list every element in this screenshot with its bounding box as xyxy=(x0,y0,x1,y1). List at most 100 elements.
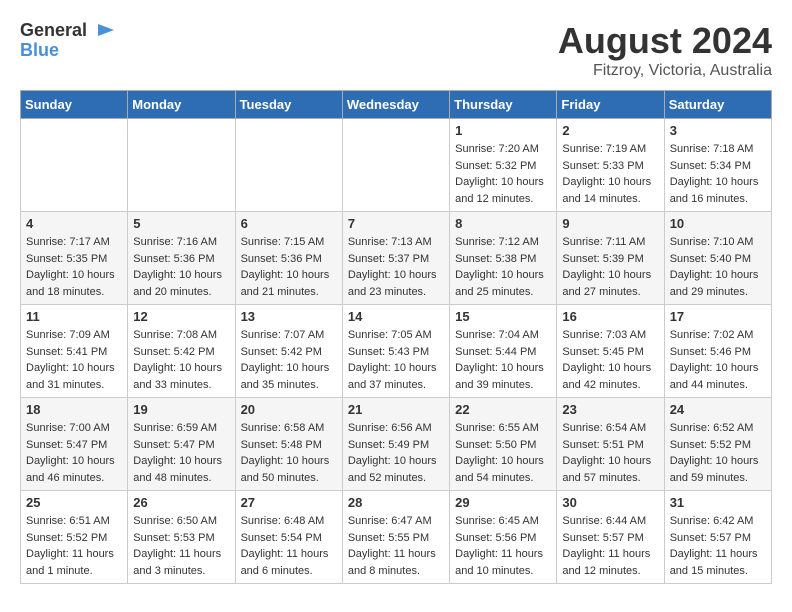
day-number: 26 xyxy=(133,495,229,510)
day-number: 25 xyxy=(26,495,122,510)
logo: General Blue xyxy=(20,20,118,61)
day-number: 23 xyxy=(562,402,658,417)
day-info: Sunrise: 7:13 AM Sunset: 5:37 PM Dayligh… xyxy=(348,234,444,300)
day-cell-12: 12 Sunrise: 7:08 AM Sunset: 5:42 PM Dayli… xyxy=(128,305,235,398)
day-cell-2: 2 Sunrise: 7:19 AM Sunset: 5:33 PM Daylig… xyxy=(557,119,664,212)
header-monday: Monday xyxy=(128,91,235,119)
day-info: Sunrise: 7:08 AM Sunset: 5:42 PM Dayligh… xyxy=(133,327,229,393)
day-info: Sunrise: 6:52 AM Sunset: 5:52 PM Dayligh… xyxy=(670,420,766,486)
day-number: 31 xyxy=(670,495,766,510)
header-saturday: Saturday xyxy=(664,91,771,119)
day-number: 1 xyxy=(455,123,551,138)
day-info: Sunrise: 7:18 AM Sunset: 5:34 PM Dayligh… xyxy=(670,141,766,207)
day-cell-22: 22Sunrise: 6:55 AM Sunset: 5:50 PM Dayli… xyxy=(450,398,557,491)
day-info: Sunrise: 7:02 AM Sunset: 5:46 PM Dayligh… xyxy=(670,327,766,393)
day-number: 16 xyxy=(562,309,658,324)
day-cell-28: 28Sunrise: 6:47 AM Sunset: 5:55 PM Dayli… xyxy=(342,491,449,584)
day-info: Sunrise: 6:51 AM Sunset: 5:52 PM Dayligh… xyxy=(26,513,122,579)
day-number: 7 xyxy=(348,216,444,231)
day-info: Sunrise: 6:48 AM Sunset: 5:54 PM Dayligh… xyxy=(241,513,337,579)
day-number: 4 xyxy=(26,216,122,231)
calendar-table: SundayMondayTuesdayWednesdayThursdayFrid… xyxy=(20,90,772,584)
day-number: 17 xyxy=(670,309,766,324)
day-info: Sunrise: 7:07 AM Sunset: 5:42 PM Dayligh… xyxy=(241,327,337,393)
empty-cell xyxy=(21,119,128,212)
logo-flag-icon xyxy=(94,20,118,44)
day-cell-29: 29Sunrise: 6:45 AM Sunset: 5:56 PM Dayli… xyxy=(450,491,557,584)
day-number: 13 xyxy=(241,309,337,324)
day-info: Sunrise: 6:45 AM Sunset: 5:56 PM Dayligh… xyxy=(455,513,551,579)
day-info: Sunrise: 7:00 AM Sunset: 5:47 PM Dayligh… xyxy=(26,420,122,486)
day-cell-24: 24 Sunrise: 6:52 AM Sunset: 5:52 PM Dayli… xyxy=(664,398,771,491)
day-cell-20: 20 Sunrise: 6:58 AM Sunset: 5:48 PM Dayli… xyxy=(235,398,342,491)
day-number: 5 xyxy=(133,216,229,231)
week-row-2: 4 Sunrise: 7:17 AM Sunset: 5:35 PM Daylig… xyxy=(21,212,772,305)
header-friday: Friday xyxy=(557,91,664,119)
day-number: 18 xyxy=(26,402,122,417)
day-number: 20 xyxy=(241,402,337,417)
day-number: 24 xyxy=(670,402,766,417)
day-info: Sunrise: 7:03 AM Sunset: 5:45 PM Dayligh… xyxy=(562,327,658,393)
day-number: 8 xyxy=(455,216,551,231)
empty-cell xyxy=(128,119,235,212)
day-number: 14 xyxy=(348,309,444,324)
day-number: 2 xyxy=(562,123,658,138)
day-number: 30 xyxy=(562,495,658,510)
day-cell-9: 9Sunrise: 7:11 AM Sunset: 5:39 PM Daylig… xyxy=(557,212,664,305)
page-header: General Blue August 2024 Fitzroy, Victor… xyxy=(20,20,772,80)
day-cell-15: 15 Sunrise: 7:04 AM Sunset: 5:44 PM Dayli… xyxy=(450,305,557,398)
day-cell-25: 25 Sunrise: 6:51 AM Sunset: 5:52 PM Dayli… xyxy=(21,491,128,584)
day-number: 6 xyxy=(241,216,337,231)
day-cell-1: 1 Sunrise: 7:20 AM Sunset: 5:32 PM Daylig… xyxy=(450,119,557,212)
day-cell-16: 16 Sunrise: 7:03 AM Sunset: 5:45 PM Dayli… xyxy=(557,305,664,398)
day-info: Sunrise: 7:10 AM Sunset: 5:40 PM Dayligh… xyxy=(670,234,766,300)
day-number: 21 xyxy=(348,402,444,417)
empty-cell xyxy=(342,119,449,212)
header-wednesday: Wednesday xyxy=(342,91,449,119)
day-info: Sunrise: 7:17 AM Sunset: 5:35 PM Dayligh… xyxy=(26,234,122,300)
logo-general: General xyxy=(20,20,87,40)
day-cell-30: 30Sunrise: 6:44 AM Sunset: 5:57 PM Dayli… xyxy=(557,491,664,584)
logo-text: General Blue xyxy=(20,20,118,61)
day-cell-11: 11Sunrise: 7:09 AM Sunset: 5:41 PM Dayli… xyxy=(21,305,128,398)
day-cell-18: 18 Sunrise: 7:00 AM Sunset: 5:47 PM Dayli… xyxy=(21,398,128,491)
day-info: Sunrise: 6:56 AM Sunset: 5:49 PM Dayligh… xyxy=(348,420,444,486)
day-info: Sunrise: 6:42 AM Sunset: 5:57 PM Dayligh… xyxy=(670,513,766,579)
empty-cell xyxy=(235,119,342,212)
week-row-3: 11Sunrise: 7:09 AM Sunset: 5:41 PM Dayli… xyxy=(21,305,772,398)
day-info: Sunrise: 6:59 AM Sunset: 5:47 PM Dayligh… xyxy=(133,420,229,486)
day-number: 3 xyxy=(670,123,766,138)
day-info: Sunrise: 6:58 AM Sunset: 5:48 PM Dayligh… xyxy=(241,420,337,486)
day-info: Sunrise: 7:05 AM Sunset: 5:43 PM Dayligh… xyxy=(348,327,444,393)
day-cell-8: 8Sunrise: 7:12 AM Sunset: 5:38 PM Daylig… xyxy=(450,212,557,305)
day-number: 27 xyxy=(241,495,337,510)
day-info: Sunrise: 7:04 AM Sunset: 5:44 PM Dayligh… xyxy=(455,327,551,393)
header-sunday: Sunday xyxy=(21,91,128,119)
header-row: SundayMondayTuesdayWednesdayThursdayFrid… xyxy=(21,91,772,119)
header-thursday: Thursday xyxy=(450,91,557,119)
day-cell-4: 4 Sunrise: 7:17 AM Sunset: 5:35 PM Daylig… xyxy=(21,212,128,305)
day-cell-7: 7 Sunrise: 7:13 AM Sunset: 5:37 PM Daylig… xyxy=(342,212,449,305)
day-cell-13: 13 Sunrise: 7:07 AM Sunset: 5:42 PM Dayli… xyxy=(235,305,342,398)
day-info: Sunrise: 7:15 AM Sunset: 5:36 PM Dayligh… xyxy=(241,234,337,300)
day-cell-27: 27 Sunrise: 6:48 AM Sunset: 5:54 PM Dayli… xyxy=(235,491,342,584)
day-cell-6: 6 Sunrise: 7:15 AM Sunset: 5:36 PM Daylig… xyxy=(235,212,342,305)
day-number: 11 xyxy=(26,309,122,324)
day-cell-3: 3 Sunrise: 7:18 AM Sunset: 5:34 PM Daylig… xyxy=(664,119,771,212)
day-number: 12 xyxy=(133,309,229,324)
day-number: 10 xyxy=(670,216,766,231)
day-number: 15 xyxy=(455,309,551,324)
day-cell-31: 31 Sunrise: 6:42 AM Sunset: 5:57 PM Dayli… xyxy=(664,491,771,584)
week-row-1: 1 Sunrise: 7:20 AM Sunset: 5:32 PM Daylig… xyxy=(21,119,772,212)
title-block: August 2024 Fitzroy, Victoria, Australia xyxy=(558,20,772,80)
week-row-4: 18 Sunrise: 7:00 AM Sunset: 5:47 PM Dayli… xyxy=(21,398,772,491)
day-cell-26: 26 Sunrise: 6:50 AM Sunset: 5:53 PM Dayli… xyxy=(128,491,235,584)
day-cell-23: 23Sunrise: 6:54 AM Sunset: 5:51 PM Dayli… xyxy=(557,398,664,491)
day-number: 28 xyxy=(348,495,444,510)
location-subtitle: Fitzroy, Victoria, Australia xyxy=(558,62,772,80)
day-info: Sunrise: 6:50 AM Sunset: 5:53 PM Dayligh… xyxy=(133,513,229,579)
week-row-5: 25 Sunrise: 6:51 AM Sunset: 5:52 PM Dayli… xyxy=(21,491,772,584)
day-info: Sunrise: 7:20 AM Sunset: 5:32 PM Dayligh… xyxy=(455,141,551,207)
day-number: 19 xyxy=(133,402,229,417)
day-info: Sunrise: 7:19 AM Sunset: 5:33 PM Dayligh… xyxy=(562,141,658,207)
